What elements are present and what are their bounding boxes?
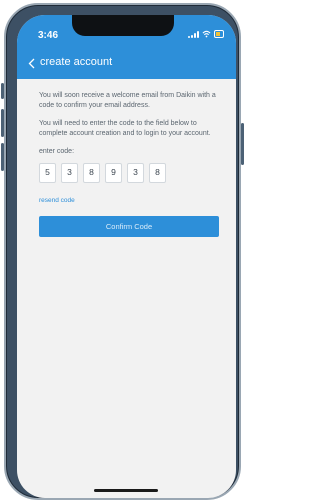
phone-side-button-volume-down [1,143,4,171]
page-title: create account [40,56,113,68]
main-content: You will soon receive a welcome email fr… [39,91,219,237]
phone-side-button-power [241,123,244,165]
wifi-icon [202,30,211,38]
code-label: enter code: [39,148,75,155]
code-digit-2[interactable]: 3 [61,162,78,183]
code-digit-5[interactable]: 3 [127,162,144,183]
code-digit-3[interactable]: 8 [83,162,100,183]
app-screen: 3:46 create account You will soon receiv… [17,15,236,498]
code-digit-1[interactable]: 5 [39,162,56,183]
signal-icon [188,31,199,38]
code-digit-6[interactable]: 8 [149,162,166,183]
camera-notch [72,15,174,36]
welcome-email-text: You will soon receive a welcome email fr… [39,92,216,109]
phone-frame: 3:46 create account You will soon receiv… [1,3,244,500]
back-button[interactable] [24,56,38,70]
code-digit-4[interactable]: 9 [105,162,122,183]
confirm-code-button[interactable]: Confirm Code [39,216,219,237]
nav-bar: 3:46 create account [17,15,236,79]
battery-icon [214,30,224,38]
status-icons [188,30,224,38]
phone-side-button-volume-up [1,109,4,137]
status-time: 3:46 [38,30,59,41]
home-indicator[interactable] [94,489,158,492]
instruction-text: You will need to enter the code to the f… [39,120,211,137]
chevron-left-icon [28,58,34,68]
phone-side-button-mute [1,83,4,99]
code-input-row: 5 3 8 9 3 8 [39,162,219,183]
resend-code-link[interactable]: resend code [39,196,75,206]
